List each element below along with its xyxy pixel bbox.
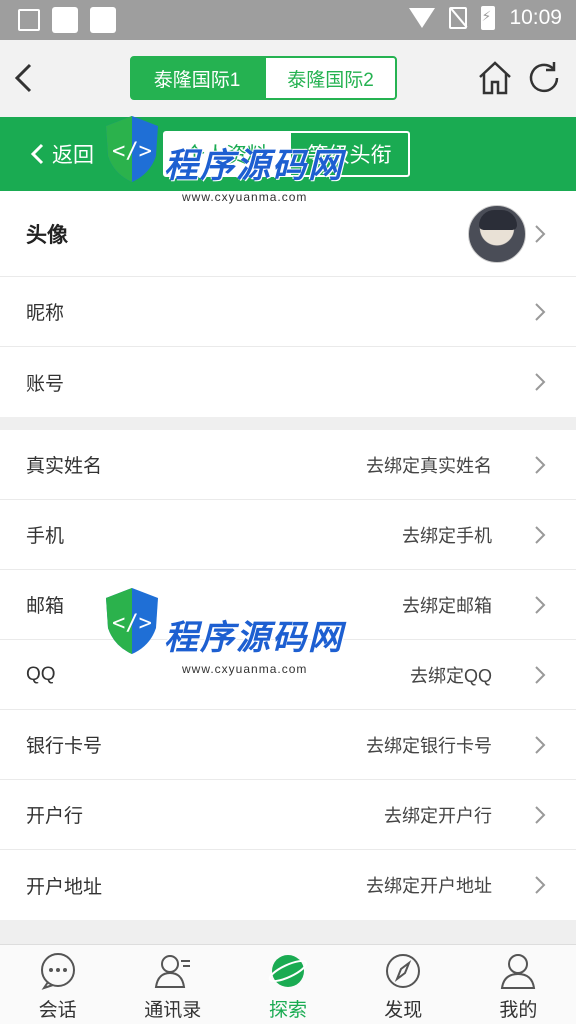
binding-section: 真实姓名 去绑定真实姓名 手机 去绑定手机 邮箱 去绑定邮箱 QQ 去绑定QQ … (0, 430, 576, 920)
chevron-right-icon (535, 525, 546, 544)
notification-icon (90, 7, 116, 33)
binding-row-email[interactable]: 邮箱 去绑定邮箱 (0, 570, 576, 640)
binding-action: 去绑定手机 (402, 525, 492, 546)
chevron-right-icon (535, 595, 546, 614)
chevron-right-icon (535, 805, 546, 824)
image-notification-icon (18, 9, 40, 31)
battery-icon (481, 6, 496, 30)
tab-label: 发现 (384, 1000, 423, 1021)
tab-site-1[interactable]: 泰隆国际1 (130, 56, 264, 100)
profile-toolbar: 返回 个人资料 等级头衔 (0, 117, 576, 191)
binding-row-phone[interactable]: 手机 去绑定手机 (0, 500, 576, 570)
chevron-right-icon (535, 373, 546, 391)
account-label: 账号 (26, 373, 65, 395)
avatar (468, 205, 526, 263)
binding-action: 去绑定银行卡号 (366, 735, 492, 756)
chevron-right-icon (535, 224, 546, 243)
no-sim-icon (449, 7, 468, 29)
tab-label: 探索 (269, 1000, 308, 1021)
binding-label: 手机 (26, 526, 65, 547)
binding-action: 去绑定开户行 (384, 805, 492, 826)
status-time: 10:09 (509, 6, 562, 29)
notification-icons (18, 7, 116, 33)
binding-label: QQ (26, 663, 56, 685)
bottom-tab-bar: 会话 通讯录 探索 发现 我的 (0, 944, 576, 1024)
chevron-right-icon (535, 455, 546, 474)
binding-label: 银行卡号 (26, 736, 103, 757)
nickname-label: 昵称 (26, 303, 65, 324)
wifi-icon (409, 8, 436, 28)
tab-label: 通讯录 (144, 1000, 202, 1021)
tab-me[interactable]: 我的 (461, 945, 576, 1024)
tab-chat[interactable]: 会话 (0, 945, 115, 1024)
profile-tabs: 个人资料 等级头衔 (163, 131, 410, 177)
refresh-icon[interactable] (526, 60, 562, 96)
back-label: 返回 (52, 144, 94, 167)
binding-action: 去绑定真实姓名 (366, 455, 492, 476)
account-row[interactable]: 账号 (0, 347, 576, 417)
avatar-label: 头像 (26, 223, 68, 247)
binding-action: 去绑定邮箱 (402, 595, 492, 616)
binding-row-bank-branch[interactable]: 开户行 去绑定开户行 (0, 780, 576, 850)
tab-label: 我的 (499, 1000, 538, 1021)
binding-row-bank-address[interactable]: 开户地址 去绑定开户地址 (0, 850, 576, 920)
site-switcher: 泰隆国际1 泰隆国际2 (130, 56, 397, 100)
binding-action: 去绑定QQ (409, 665, 492, 686)
app-header: 泰隆国际1 泰隆国际2 (0, 40, 576, 117)
tab-contacts[interactable]: 通讯录 (115, 945, 230, 1024)
chat-icon (40, 953, 75, 990)
planet-icon (268, 955, 308, 987)
tab-label: 会话 (38, 1000, 77, 1021)
back-chevron-icon[interactable] (12, 62, 34, 94)
binding-label: 邮箱 (26, 596, 65, 617)
tab-level-title[interactable]: 等级头衔 (289, 131, 410, 177)
status-bar: 10:09 (0, 0, 576, 40)
notification-icon (52, 7, 78, 33)
chevron-right-icon (535, 665, 546, 684)
tab-site-2[interactable]: 泰隆国际2 (264, 56, 397, 100)
user-icon (501, 954, 536, 989)
home-icon[interactable] (478, 60, 512, 96)
tab-discover[interactable]: 发现 (346, 945, 461, 1024)
chevron-right-icon (535, 876, 546, 894)
binding-action: 去绑定开户地址 (366, 876, 492, 896)
binding-label: 开户地址 (26, 876, 103, 898)
avatar-row[interactable]: 头像 (0, 191, 576, 277)
chevron-left-icon (30, 143, 44, 165)
binding-label: 开户行 (26, 806, 84, 827)
tab-personal-info[interactable]: 个人资料 (163, 131, 289, 177)
binding-label: 真实姓名 (26, 456, 103, 477)
tab-explore[interactable]: 探索 (230, 945, 345, 1024)
profile-section: 头像 昵称 账号 (0, 191, 576, 417)
contacts-icon (154, 955, 190, 988)
binding-row-qq[interactable]: QQ 去绑定QQ (0, 640, 576, 710)
back-button[interactable]: 返回 (30, 139, 94, 169)
binding-row-real-name[interactable]: 真实姓名 去绑定真实姓名 (0, 430, 576, 500)
chevron-right-icon (535, 302, 546, 321)
compass-icon (386, 954, 421, 988)
chevron-right-icon (535, 735, 546, 754)
binding-row-bank-card[interactable]: 银行卡号 去绑定银行卡号 (0, 710, 576, 780)
nickname-row[interactable]: 昵称 (0, 277, 576, 347)
